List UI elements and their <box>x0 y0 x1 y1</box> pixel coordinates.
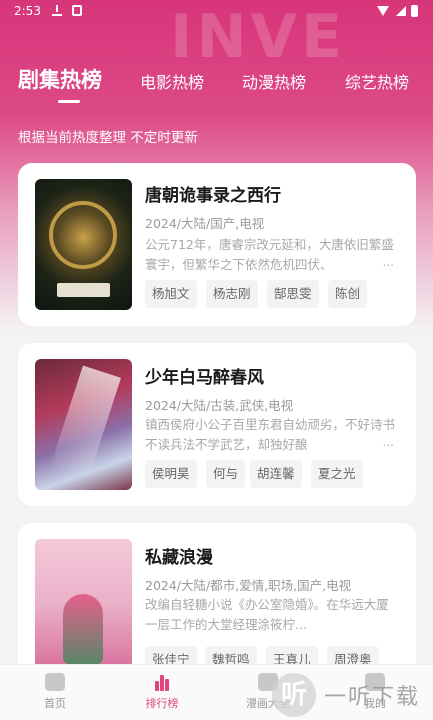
show-meta: 2024/大陆/都市,爱情,职场,国产,电视 <box>145 578 352 593</box>
show-title: 唐朝诡事录之西行 <box>145 186 281 206</box>
active-tab-indicator <box>58 100 80 103</box>
download-icon <box>52 5 62 16</box>
show-poster[interactable] <box>35 539 132 670</box>
nav-label: 排行榜 <box>145 697 179 710</box>
more-ellipsis: ... <box>382 255 394 269</box>
watermark-logo: 听 <box>272 673 316 717</box>
nav-label: 首页 <box>44 697 66 710</box>
ranking-tabs: 剧集热榜 电影热榜 动漫热榜 综艺热榜 <box>0 62 433 102</box>
cast-tag[interactable]: 陈创 <box>328 280 368 308</box>
show-poster[interactable] <box>35 179 132 310</box>
watermark: 听 一听下载 <box>268 667 433 720</box>
show-description: 改编自轻糖小说《办公室隐婚》。在华远大厦一层工作的大堂经理涂筱柠... <box>145 597 389 632</box>
cast-tag[interactable]: 何与 <box>206 460 246 488</box>
show-card[interactable]: 少年白马醉春风 2024/大陆/古装,武侠,电视 镇西侯府小公子百里东君自幼顽劣… <box>18 343 416 506</box>
cast-tag[interactable]: 杨志刚 <box>206 280 258 308</box>
tab-drama-ranking[interactable]: 剧集热榜 <box>18 64 102 94</box>
cast-tag[interactable]: 夏之光 <box>311 460 363 488</box>
tab-movie-ranking[interactable]: 电影热榜 <box>140 69 204 93</box>
cast-tag[interactable]: 郜思雯 <box>267 280 319 308</box>
tab-variety-ranking[interactable]: 综艺热榜 <box>345 69 409 93</box>
show-card[interactable]: 唐朝诡事录之西行 2024/大陆/国产,电视 公元712年，唐睿宗改元延和，大唐… <box>18 163 416 326</box>
show-meta: 2024/大陆/国产,电视 <box>145 216 265 231</box>
tab-anime-ranking[interactable]: 动漫热榜 <box>242 69 306 93</box>
cast-tag[interactable]: 侯明昊 <box>145 460 197 488</box>
nav-ranking[interactable]: 排行榜 <box>127 673 197 711</box>
show-poster[interactable] <box>35 359 132 490</box>
home-icon <box>45 673 65 691</box>
bar-chart-icon <box>152 673 172 691</box>
ranking-subtitle: 根据当前热度整理 不定时更新 <box>18 130 198 146</box>
cast-tag[interactable]: 胡连馨 <box>250 460 302 488</box>
show-title: 少年白马醉春风 <box>145 368 264 388</box>
more-ellipsis: ... <box>382 435 394 449</box>
show-description: 镇西侯府小公子百里东君自幼顽劣，不好诗书不读兵法不学武艺，却独好酿 <box>145 417 395 452</box>
nav-home[interactable]: 首页 <box>20 673 90 711</box>
wifi-icon <box>377 6 389 16</box>
show-title: 私藏浪漫 <box>145 548 213 568</box>
image-notification-icon <box>72 5 82 16</box>
status-bar: 2:53 <box>0 0 433 24</box>
battery-icon <box>411 5 418 17</box>
show-meta: 2024/大陆/古装,武侠,电视 <box>145 398 294 413</box>
watermark-text: 一听下载 <box>324 685 421 710</box>
signal-icon <box>396 6 406 16</box>
show-description: 公元712年，唐睿宗改元延和，大唐依旧繁盛寰宇，但繁华之下依然危机四伏、 <box>145 237 394 272</box>
status-time: 2:53 <box>14 4 41 18</box>
cast-tag[interactable]: 杨旭文 <box>145 280 197 308</box>
